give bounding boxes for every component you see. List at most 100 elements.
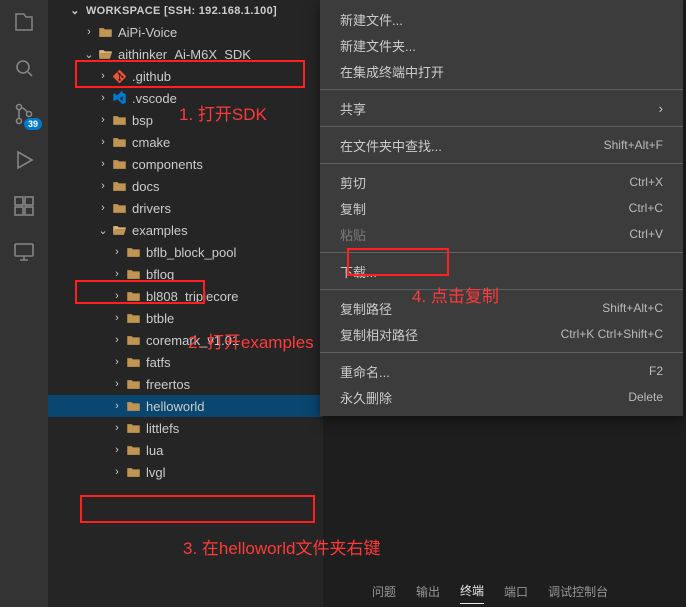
folder-icon [124, 245, 142, 260]
tree-label: lua [146, 443, 163, 458]
panel-tab-3[interactable]: 端口 [504, 579, 528, 604]
tree-row-docs[interactable]: ›docs [48, 175, 323, 197]
menu-item-复制相对路径[interactable]: 复制相对路径Ctrl+K Ctrl+Shift+C [320, 321, 683, 347]
tree-row-components[interactable]: › components [48, 153, 323, 175]
tree-row-helloworld[interactable]: ›helloworld [48, 395, 323, 417]
chevron-icon: › [96, 158, 110, 170]
panel-tab-0[interactable]: 问题 [372, 579, 396, 604]
remote-icon[interactable] [10, 238, 38, 266]
tree-label: aithinker_Ai-M6X_SDK [118, 47, 251, 62]
git-icon [110, 69, 128, 84]
chevron-icon: › [96, 180, 110, 192]
tree-row-lvgl[interactable]: ›lvgl [48, 461, 323, 483]
menu-separator [320, 352, 683, 353]
menu-item-共享[interactable]: 共享 [320, 95, 683, 121]
tree-label: fatfs [146, 355, 171, 370]
folder-icon [124, 333, 142, 348]
search-icon[interactable] [10, 54, 38, 82]
menu-item-剪切[interactable]: 剪切Ctrl+X [320, 169, 683, 195]
extensions-icon[interactable] [10, 192, 38, 220]
tree-label: lvgl [146, 465, 166, 480]
tree-row--vscode[interactable]: ›.vscode [48, 87, 323, 109]
menu-label: 新建文件夹... [340, 36, 416, 55]
folder-icon [124, 355, 142, 370]
menu-label: 复制相对路径 [340, 325, 418, 344]
chevron-icon: › [110, 378, 124, 390]
menu-label: 复制 [340, 199, 366, 218]
tree-row-bl808-triplecore[interactable]: ›bl808_triplecore [48, 285, 323, 307]
menu-label: 重命名... [340, 362, 390, 381]
panel-tab-2[interactable]: 终端 [460, 578, 484, 604]
tree-label: components [132, 157, 203, 172]
menu-shortcut: Shift+Alt+C [602, 301, 663, 315]
menu-item-下载[interactable]: 下载... [320, 258, 683, 284]
chevron-icon: › [110, 444, 124, 456]
folder-icon [124, 289, 142, 304]
menu-item-在集成终端中打开[interactable]: 在集成终端中打开 [320, 58, 683, 84]
folder-icon [124, 377, 142, 392]
tree-row-examples[interactable]: ⌄examples [48, 219, 323, 241]
chevron-icon: › [82, 26, 96, 38]
tree-row-fatfs[interactable]: ›fatfs [48, 351, 323, 373]
tree-row-aipi-voice[interactable]: ›AiPi-Voice [48, 21, 323, 43]
chevron-icon: › [110, 422, 124, 434]
folder-icon [124, 399, 142, 414]
menu-item-复制[interactable]: 复制 Ctrl+C [320, 195, 683, 221]
source-control-icon[interactable]: 39 [10, 100, 38, 128]
chevron-icon: › [110, 246, 124, 258]
tree-label: examples [132, 223, 188, 238]
chevron-icon: › [110, 290, 124, 302]
folder-icon [110, 179, 128, 194]
tree-row-coremark-v1-01[interactable]: ›coremark_v1.01 [48, 329, 323, 351]
menu-item-在文件夹中查找[interactable]: 在文件夹中查找...Shift+Alt+F [320, 132, 683, 158]
tree-label: bflb_block_pool [146, 245, 236, 260]
folder-icon [110, 157, 128, 172]
menu-item-重命名[interactable]: 重命名... F2 [320, 358, 683, 384]
tree-row-lua[interactable]: › lua [48, 439, 323, 461]
run-debug-icon[interactable] [10, 146, 38, 174]
panel-tab-4[interactable]: 调试控制台 [548, 579, 608, 604]
menu-separator [320, 163, 683, 164]
menu-item-新建文件[interactable]: 新建文件... [320, 6, 683, 32]
menu-shortcut: Delete [628, 390, 663, 404]
menu-label: 粘贴 [340, 225, 366, 244]
menu-shortcut: Ctrl+C [629, 201, 663, 215]
activity-bar: 39 [0, 0, 48, 607]
tree-row-littlefs[interactable]: ›littlefs [48, 417, 323, 439]
chevron-icon: › [110, 268, 124, 280]
menu-item-永久删除[interactable]: 永久删除 Delete [320, 384, 683, 410]
explorer-icon[interactable] [10, 8, 38, 36]
workspace-title: WORKSPACE [SSH: 192.168.1.100] [86, 5, 277, 17]
chevron-icon: › [110, 400, 124, 412]
menu-separator [320, 89, 683, 90]
menu-separator [320, 289, 683, 290]
folder-icon [124, 421, 142, 436]
menu-item-新建文件夹[interactable]: 新建文件夹... [320, 32, 683, 58]
menu-shortcut: F2 [649, 364, 663, 378]
menu-item-粘贴: 粘贴Ctrl+V [320, 221, 683, 247]
tree-row-drivers[interactable]: ›drivers [48, 197, 323, 219]
tree-row--github[interactable]: ›.github [48, 65, 323, 87]
menu-label: 在集成终端中打开 [340, 62, 444, 81]
chevron-icon: › [110, 312, 124, 324]
tree-row-bsp[interactable]: ›bsp [48, 109, 323, 131]
tree-row-btble[interactable]: › btble [48, 307, 323, 329]
tree-row-bflb-block-pool[interactable]: › bflb_block_pool [48, 241, 323, 263]
tree-label: freertos [146, 377, 190, 392]
menu-label: 永久删除 [340, 388, 392, 407]
panel-tab-1[interactable]: 输出 [416, 579, 440, 604]
workspace-header[interactable]: ⌄ WORKSPACE [SSH: 192.168.1.100] [48, 0, 323, 21]
menu-label: 剪切 [340, 173, 366, 192]
file-tree: ›AiPi-Voice⌄aithinker_Ai-M6X_SDK›.github… [48, 21, 323, 483]
scm-badge: 39 [24, 118, 42, 130]
tree-row-bflog[interactable]: ›bflog [48, 263, 323, 285]
chevron-icon: › [96, 70, 110, 82]
tree-row-freertos[interactable]: › freertos [48, 373, 323, 395]
tree-label: btble [146, 311, 174, 326]
tree-row-aithinker-ai-m6x-sdk[interactable]: ⌄aithinker_Ai-M6X_SDK [48, 43, 323, 65]
tree-row-cmake[interactable]: ›cmake [48, 131, 323, 153]
folder-icon [110, 201, 128, 216]
menu-item-复制路径[interactable]: 复制路径Shift+Alt+C [320, 295, 683, 321]
folder-icon [110, 135, 128, 150]
panel-tabs: 问题输出终端端口调试控制台 [372, 575, 608, 607]
